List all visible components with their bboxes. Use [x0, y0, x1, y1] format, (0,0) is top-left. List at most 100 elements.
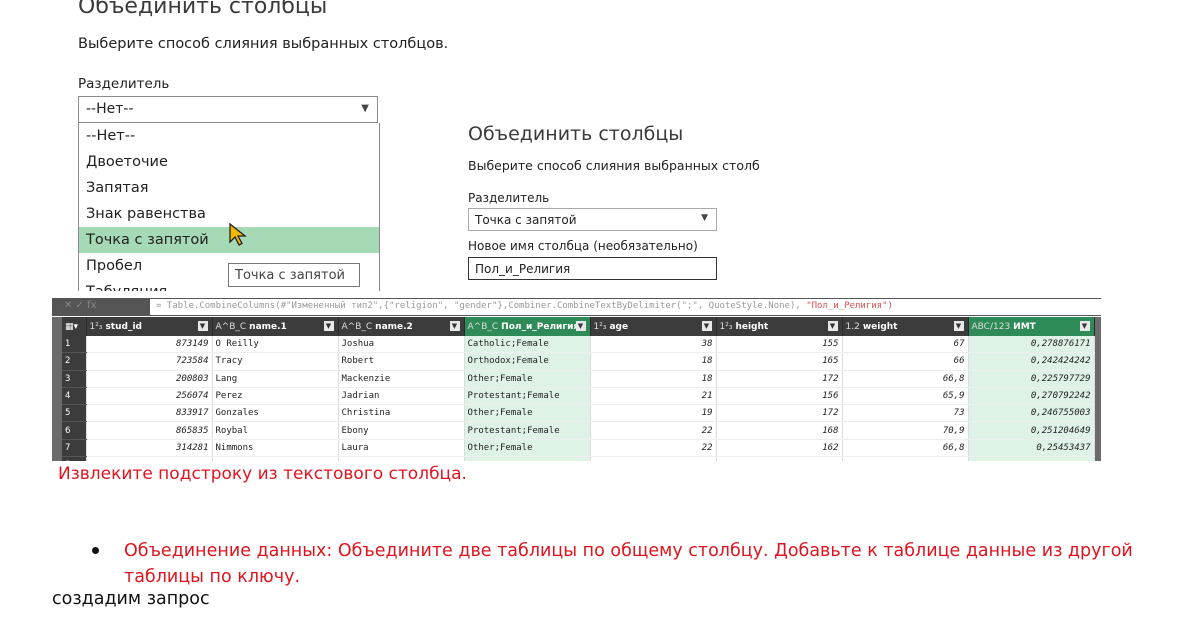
separator-dropdown[interactable]: --Нет-- ▼ [78, 96, 378, 123]
table-cell[interactable]: Roybal [212, 421, 339, 440]
table-cell[interactable]: 0,225797729 [968, 370, 1095, 388]
new-column-name-input[interactable]: Пол_и_Религия [468, 257, 717, 280]
text-type-icon[interactable]: A^B_C [216, 322, 247, 332]
filter-dropdown-icon[interactable]: ▼ [1079, 321, 1090, 331]
table-cell[interactable]: 66,8 [842, 439, 969, 458]
table-row[interactable]: 6 865835 Roybal Ebony Protestant;Female 22 168… [62, 421, 1095, 440]
table-cell[interactable]: 70,9 [842, 421, 969, 440]
table-cell[interactable]: 0,270792242 [968, 387, 1095, 406]
table-row[interactable]: 5 833917 Gonzales Christina Other;Female 19 17… [62, 404, 1095, 423]
table-cell[interactable]: Robert [338, 352, 465, 371]
filter-dropdown-icon[interactable]: ▼ [449, 321, 460, 331]
table-cell[interactable] [338, 456, 465, 461]
row-number[interactable]: 7 [62, 439, 87, 458]
table-cell[interactable]: Other;Female [464, 439, 591, 458]
table-row[interactable]: 4 256074 Perez Jadrian Protestant;Female 21 15… [62, 387, 1095, 406]
filter-dropdown-icon[interactable]: ▼ [827, 321, 838, 331]
filter-dropdown-icon[interactable]: ▼ [323, 321, 334, 331]
column-header[interactable]: A^B_C name.2 ▼ [338, 317, 465, 336]
table-cell[interactable]: Christina [338, 404, 465, 423]
table-cell[interactable]: 833917 [86, 404, 213, 423]
table-cell[interactable]: 865835 [86, 421, 213, 440]
table-cell[interactable]: 156 [716, 387, 843, 406]
column-header[interactable]: 1²₃ height ▼ [716, 317, 843, 336]
table-cell[interactable]: 73 [842, 404, 969, 423]
filter-dropdown-icon[interactable]: ▼ [197, 321, 208, 331]
table-cell[interactable]: 22 [590, 439, 717, 458]
column-header-selected[interactable]: ABC/123 ИМТ ▼ [968, 317, 1095, 336]
table-row[interactable]: 1 873149 O Reilly Joshua Catholic;Female 38 15… [62, 336, 1095, 354]
row-number[interactable]: 2 [62, 352, 87, 371]
table-cell[interactable] [590, 456, 717, 461]
column-header[interactable]: 1²₃ age ▼ [590, 317, 717, 336]
table-cell[interactable]: Other;Female [464, 370, 591, 388]
row-number[interactable]: 1 [62, 336, 87, 354]
option-none[interactable]: --Нет-- [79, 123, 379, 149]
separator-dropdown[interactable]: Точка с запятой ▼ [468, 208, 717, 231]
option-colon[interactable]: Двоеточие [79, 149, 379, 175]
table-cell[interactable]: 66,8 [842, 370, 969, 388]
filter-dropdown-icon[interactable]: ▼ [575, 321, 586, 331]
table-cell[interactable]: 18 [590, 370, 717, 388]
table-cell[interactable]: 0,251204649 [968, 421, 1095, 440]
table-cell[interactable] [464, 456, 591, 461]
table-cell[interactable]: 873149 [86, 336, 213, 354]
table-cell[interactable]: 22 [590, 421, 717, 440]
table-cell[interactable]: Perez [212, 387, 339, 406]
table-cell[interactable]: Joshua [338, 336, 465, 354]
table-cell[interactable]: O Reilly [212, 336, 339, 354]
whole-number-type-icon[interactable]: 1²₃ [720, 322, 733, 332]
any-type-icon[interactable]: ABC/123 [972, 322, 1011, 332]
row-number[interactable]: 5 [62, 404, 87, 423]
table-cell[interactable]: 0,278876171 [968, 336, 1095, 354]
row-number[interactable]: 4 [62, 387, 87, 406]
table-cell[interactable] [716, 456, 843, 461]
table-cell[interactable]: 66 [842, 352, 969, 371]
filter-dropdown-icon[interactable]: ▼ [953, 321, 964, 331]
row-number[interactable]: 3 [62, 370, 87, 388]
table-cell[interactable] [212, 456, 339, 461]
table-cell[interactable]: Tracy [212, 352, 339, 371]
table-cell[interactable]: 19 [590, 404, 717, 423]
table-cell[interactable]: 67 [842, 336, 969, 354]
column-header[interactable]: A^B_C name.1 ▼ [212, 317, 339, 336]
whole-number-type-icon[interactable]: 1²₃ [90, 322, 103, 332]
filter-dropdown-icon[interactable]: ▼ [701, 321, 712, 331]
table-cell[interactable]: 162 [716, 439, 843, 458]
chevron-down-icon[interactable]: ▼ [361, 103, 369, 114]
column-header[interactable]: 1.2 weight ▼ [842, 317, 969, 336]
table-cell[interactable]: 314281 [86, 439, 213, 458]
table-cell[interactable]: 0,25453437 [968, 439, 1095, 458]
table-cell[interactable]: 723584 [86, 352, 213, 371]
table-cell[interactable]: 200803 [86, 370, 213, 388]
table-cell[interactable]: 38 [590, 336, 717, 354]
chevron-down-icon[interactable]: ▼ [701, 213, 708, 223]
table-cell[interactable]: 165 [716, 352, 843, 371]
table-cell[interactable] [842, 456, 969, 461]
table-cell[interactable]: 18 [590, 352, 717, 371]
table-cell[interactable]: 0,246755003 [968, 404, 1095, 423]
row-number[interactable]: 8 [62, 456, 87, 461]
table-cell[interactable]: Nimmons [212, 439, 339, 458]
table-row[interactable]: 7 314281 Nimmons Laura Other;Female 22 162 66,8… [62, 439, 1095, 458]
table-row[interactable]: 2 723584 Tracy Robert Orthodox;Female 18 165 66… [62, 352, 1095, 371]
table-cell[interactable]: Lang [212, 370, 339, 388]
table-cell[interactable]: 172 [716, 370, 843, 388]
formula-text[interactable]: = Table.CombineColumns(#"Измененный тип2… [150, 299, 1101, 315]
table-cell[interactable]: Gonzales [212, 404, 339, 423]
table-row[interactable]: 3 200803 Lang Mackenzie Other;Female 18 172 66,… [62, 370, 1095, 388]
table-cell[interactable]: 168 [716, 421, 843, 440]
option-comma[interactable]: Запятая [79, 175, 379, 201]
table-cell[interactable]: Protestant;Female [464, 387, 591, 406]
row-number[interactable]: 6 [62, 421, 87, 440]
table-cell[interactable]: 155 [716, 336, 843, 354]
table-cell[interactable]: 21 [590, 387, 717, 406]
table-cell[interactable]: Jadrian [338, 387, 465, 406]
table-cell[interactable]: Other;Female [464, 404, 591, 423]
column-header[interactable]: 1²₃ stud_id ▼ [86, 317, 213, 336]
formula-controls[interactable]: ✕ ✓ fx [64, 300, 97, 311]
table-cell[interactable]: 256074 [86, 387, 213, 406]
table-cell[interactable] [86, 456, 213, 461]
table-cell[interactable]: 0,242424242 [968, 352, 1095, 371]
text-type-icon[interactable]: A^B_C [468, 322, 499, 332]
